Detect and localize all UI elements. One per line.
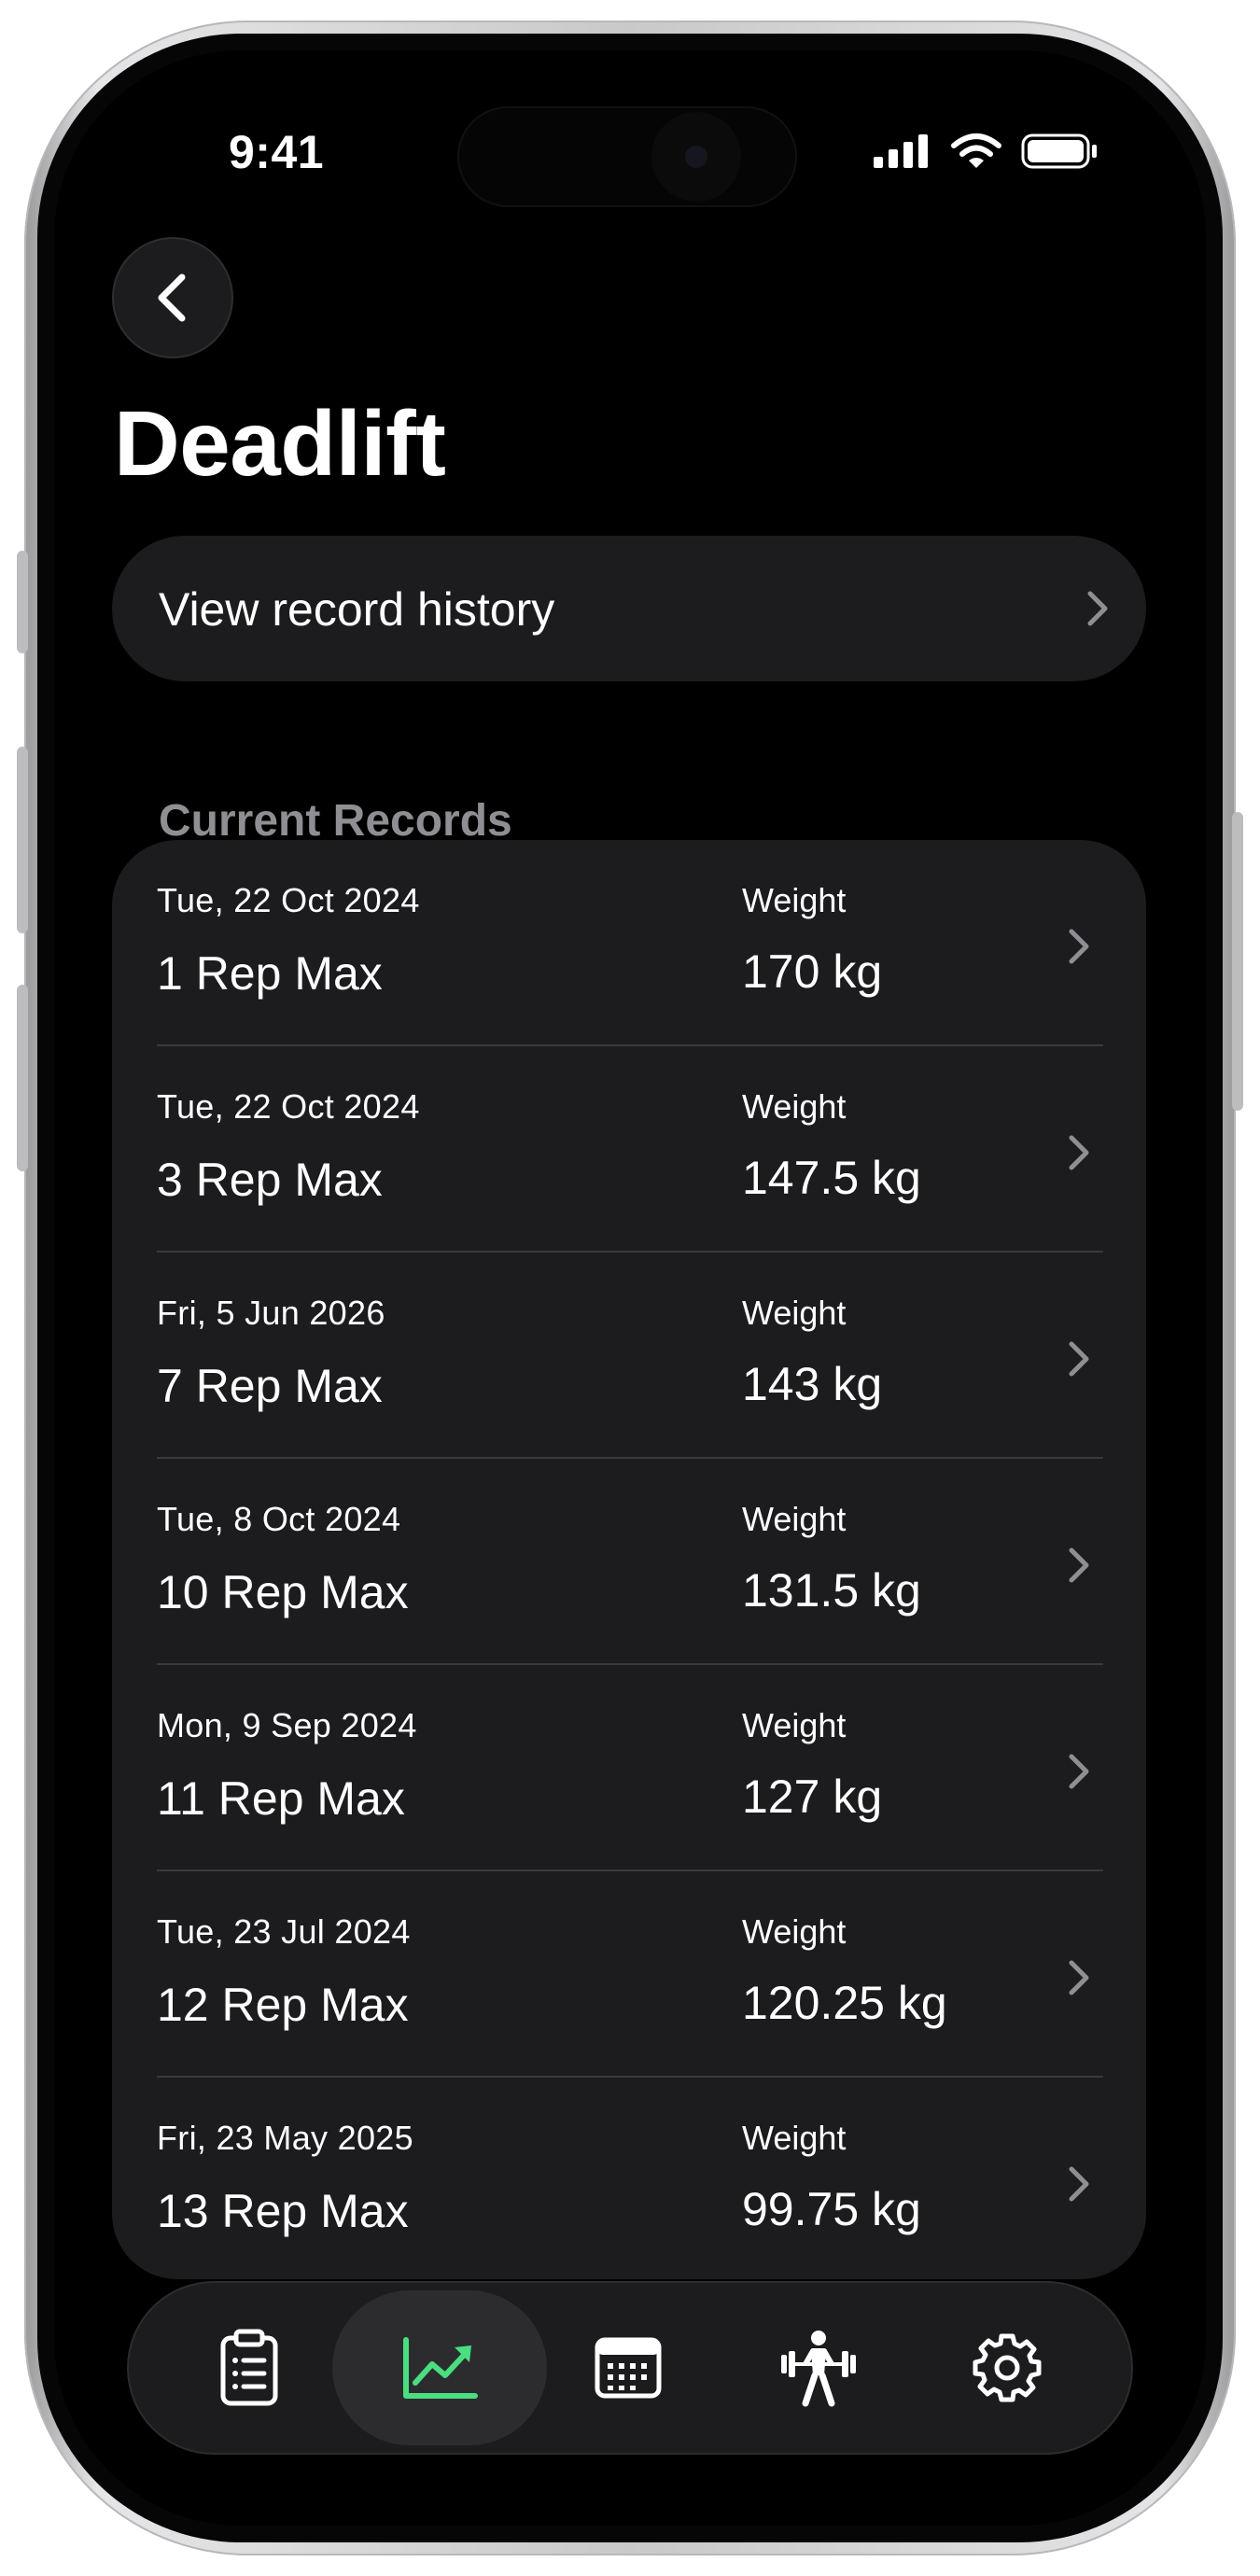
- page-title: Deadlift: [114, 392, 446, 495]
- tab-log[interactable]: [142, 2290, 357, 2445]
- chevron-left-icon: [158, 273, 186, 322]
- status-time: 9:41: [229, 126, 325, 178]
- chevron-right-icon: [1069, 2166, 1089, 2202]
- record-weight-label: Weight: [742, 1294, 847, 1332]
- record-weight-label: Weight: [742, 2119, 847, 2157]
- record-weight-label: Weight: [742, 881, 847, 919]
- record-row[interactable]: Mon, 9 Sep 2024 11 Rep Max Weight 127 kg: [112, 1665, 1146, 1871]
- chevron-right-icon: [1069, 1341, 1089, 1377]
- calendar-icon: [595, 2337, 662, 2399]
- record-row[interactable]: Fri, 23 May 2025 13 Rep Max Weight 99.75 kg: [112, 2078, 1146, 2279]
- record-row[interactable]: Tue, 22 Oct 2024 1 Rep Max Weight 170 kg: [112, 840, 1146, 1046]
- chevron-right-icon: [1069, 1135, 1089, 1170]
- record-weight-value: 143 kg: [742, 1358, 883, 1410]
- chevron-right-icon: [1069, 1754, 1089, 1789]
- chevron-right-icon: [1069, 1960, 1089, 1995]
- wifi-icon: [951, 133, 1001, 168]
- record-date: Fri, 5 Jun 2026: [157, 1294, 385, 1332]
- record-date: Tue, 22 Oct 2024: [157, 881, 420, 919]
- record-date: Tue, 22 Oct 2024: [157, 1087, 420, 1126]
- weightlifter-icon: [781, 2331, 856, 2407]
- record-date: Fri, 23 May 2025: [157, 2119, 413, 2157]
- history-button-label: View record history: [159, 583, 555, 636]
- record-weight-label: Weight: [742, 1087, 847, 1126]
- chevron-right-icon: [1087, 591, 1108, 626]
- record-weight-value: 99.75 kg: [742, 2183, 921, 2235]
- chevron-right-icon: [1069, 1547, 1089, 1583]
- record-name: 13 Rep Max: [157, 2185, 409, 2237]
- gear-icon: [973, 2333, 1042, 2402]
- cellular-signal-icon: [874, 134, 928, 168]
- tab-settings[interactable]: [900, 2290, 1114, 2445]
- volume-up-button: [17, 747, 28, 933]
- record-row[interactable]: Fri, 5 Jun 2026 7 Rep Max Weight 143 kg: [112, 1253, 1146, 1459]
- record-weight-label: Weight: [742, 1912, 847, 1951]
- view-record-history-button[interactable]: View record history: [112, 536, 1146, 681]
- tab-calendar[interactable]: [521, 2290, 735, 2445]
- record-date: Tue, 8 Oct 2024: [157, 1500, 401, 1538]
- section-title-current-records: Current Records: [159, 796, 512, 846]
- tab-bar: [127, 2281, 1133, 2455]
- back-button[interactable]: [112, 237, 233, 358]
- battery-icon: [1021, 133, 1097, 169]
- record-weight-label: Weight: [742, 1500, 847, 1538]
- record-row[interactable]: Tue, 8 Oct 2024 10 Rep Max Weight 131.5 kg: [112, 1459, 1146, 1665]
- dynamic-island: [457, 106, 797, 207]
- record-row[interactable]: Tue, 22 Oct 2024 3 Rep Max Weight 147.5 kg: [112, 1046, 1146, 1253]
- power-button: [1232, 812, 1243, 1111]
- chart-trend-up-icon: [403, 2337, 478, 2399]
- volume-down-button: [17, 985, 28, 1171]
- record-name: 7 Rep Max: [157, 1360, 383, 1412]
- record-name: 12 Rep Max: [157, 1979, 409, 2031]
- record-row[interactable]: Tue, 23 Jul 2024 12 Rep Max Weight 120.25 k…: [112, 1871, 1146, 2078]
- record-weight-value: 127 kg: [742, 1771, 883, 1823]
- app-screen: 9:41 Deadlift View record history Curren…: [54, 50, 1206, 2526]
- clipboard-list-icon: [220, 2329, 278, 2406]
- record-name: 10 Rep Max: [157, 1566, 409, 1618]
- chevron-right-icon: [1069, 929, 1089, 964]
- current-records-list: Tue, 22 Oct 2024 1 Rep Max Weight 170 kg Tue…: [112, 840, 1146, 2279]
- record-weight-value: 170 kg: [742, 945, 883, 998]
- front-camera: [651, 112, 741, 202]
- tab-progress[interactable]: [332, 2290, 547, 2445]
- status-bar: 9:41: [54, 50, 1206, 218]
- record-weight-value: 131.5 kg: [742, 1564, 921, 1617]
- record-date: Tue, 23 Jul 2024: [157, 1912, 411, 1951]
- record-weight-value: 147.5 kg: [742, 1152, 921, 1204]
- record-name: 1 Rep Max: [157, 947, 383, 1000]
- record-weight-value: 120.25 kg: [742, 1977, 947, 2029]
- action-button: [17, 551, 28, 653]
- record-name: 11 Rep Max: [157, 1772, 405, 1825]
- record-name: 3 Rep Max: [157, 1154, 383, 1206]
- record-weight-label: Weight: [742, 1706, 847, 1744]
- tab-exercises[interactable]: [711, 2290, 926, 2445]
- record-date: Mon, 9 Sep 2024: [157, 1706, 417, 1744]
